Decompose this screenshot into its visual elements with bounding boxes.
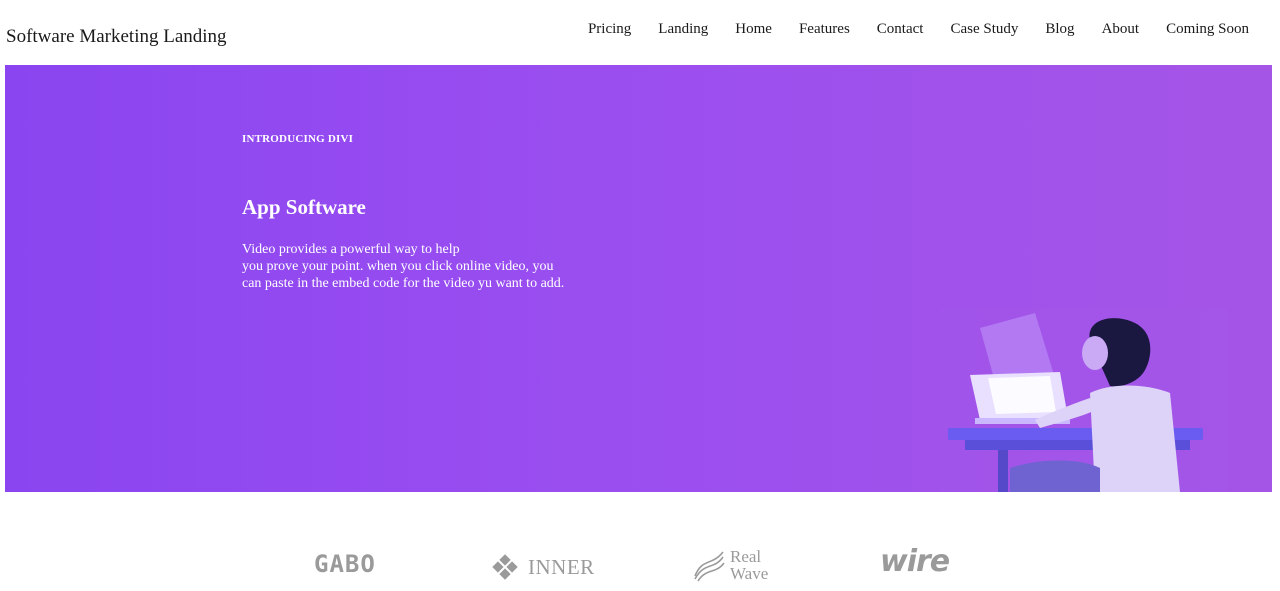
nav-item-coming-soon[interactable]: Coming Soon — [1166, 21, 1249, 38]
gabo-logo: GABO — [314, 550, 376, 578]
main-nav: Pricing Landing Home Features Contact Ca… — [561, 21, 1249, 38]
inner-logo: INNER — [488, 550, 595, 584]
hero-title: App Software — [242, 195, 366, 219]
realwave-logo-text: Real Wave — [730, 548, 768, 582]
nav-item-home[interactable]: Home — [735, 21, 772, 38]
nav-item-landing[interactable]: Landing — [658, 21, 708, 38]
diamond-icon — [492, 554, 518, 580]
realwave-logo: Real Wave — [692, 548, 768, 582]
hero-kicker: INTRODUCING DIVI — [242, 133, 354, 145]
realwave-line-2: Wave — [730, 564, 769, 583]
woman-at-laptop-illustration — [940, 308, 1227, 492]
wire-logo: wire — [880, 544, 950, 579]
nav-item-about[interactable]: About — [1102, 21, 1140, 38]
realwave-line-1: Real — [730, 547, 762, 566]
hero-description-line: can paste in the embed code for the vide… — [242, 276, 565, 291]
nav-item-blog[interactable]: Blog — [1045, 21, 1074, 38]
wave-icon — [694, 551, 725, 582]
nav-item-case-study[interactable]: Case Study — [950, 21, 1018, 38]
partner-logos: GABO INNER Real Wave wire — [0, 530, 1280, 591]
hero-section: INTRODUCING DIVI App Software Video prov… — [5, 65, 1272, 492]
nav-item-pricing[interactable]: Pricing — [588, 21, 631, 38]
nav-item-contact[interactable]: Contact — [877, 21, 924, 38]
site-header: Software Marketing Landing Pricing Landi… — [0, 0, 1280, 64]
hero-description: Video provides a powerful way to help yo… — [242, 241, 622, 292]
hero-description-line: you prove your point. when you click onl… — [242, 259, 554, 274]
hero-description-line: Video provides a powerful way to help — [242, 242, 460, 257]
nav-item-features[interactable]: Features — [799, 21, 850, 38]
inner-logo-text: INNER — [528, 554, 595, 579]
site-title[interactable]: Software Marketing Landing — [6, 26, 227, 48]
